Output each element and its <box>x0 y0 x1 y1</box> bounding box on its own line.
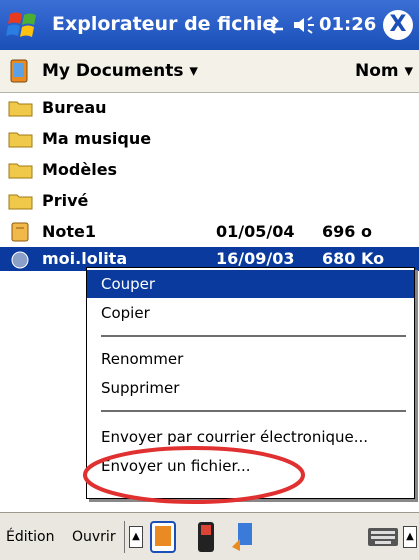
windows-start-icon[interactable] <box>6 8 42 42</box>
window-title: Explorateur de fichie <box>52 13 276 35</box>
menu-item-delete[interactable]: Supprimer <box>87 374 414 402</box>
file-size: 680 Ko <box>322 249 385 268</box>
phone-memory-icon[interactable] <box>196 521 216 553</box>
close-button[interactable]: X <box>383 10 413 40</box>
list-item[interactable]: Bureau <box>0 93 419 124</box>
sync-icon[interactable] <box>230 521 256 553</box>
bottom-toolbar: Édition Ouvrir ▲ ▲ <box>0 512 419 560</box>
menu-item-copy[interactable]: Copier <box>87 299 414 327</box>
file-date: 16/09/03 <box>216 249 295 268</box>
folder-icon <box>8 194 33 210</box>
list-item[interactable]: Ma musique <box>0 124 419 155</box>
list-item[interactable]: Privé <box>0 186 419 217</box>
file-name: moi.lolita <box>42 249 128 268</box>
folder-icon <box>8 101 33 117</box>
clock[interactable]: 01:26 <box>319 14 376 35</box>
up-button[interactable]: ▲ <box>129 526 143 548</box>
menu-item-rename[interactable]: Renommer <box>87 345 414 373</box>
highlight-ellipse <box>83 446 305 504</box>
edit-menu[interactable]: Édition <box>6 529 54 545</box>
volume-icon[interactable] <box>291 15 317 35</box>
input-selector-arrow[interactable]: ▲ <box>403 526 417 548</box>
file-name: Modèles <box>42 160 118 179</box>
connectivity-icon[interactable] <box>263 15 285 35</box>
menu-separator <box>101 335 406 337</box>
list-item[interactable]: Modèles <box>0 155 419 186</box>
menu-item-cut[interactable]: Couper <box>87 270 414 298</box>
storage-card-icon[interactable] <box>150 521 176 553</box>
file-name: Bureau <box>42 98 107 117</box>
file-size: 696 o <box>322 222 372 241</box>
open-menu[interactable]: Ouvrir <box>72 529 116 545</box>
file-name: Ma musique <box>42 129 152 148</box>
documents-folder-icon <box>10 59 28 83</box>
file-name: Note1 <box>42 222 97 241</box>
file-date: 01/05/04 <box>216 222 295 241</box>
keyboard-icon[interactable] <box>367 527 399 547</box>
toolbar-divider <box>124 521 125 553</box>
note-icon <box>11 222 29 242</box>
menu-separator <box>101 410 406 412</box>
folder-icon <box>8 163 33 179</box>
list-item[interactable]: Note1 01/05/04 696 o <box>0 217 419 248</box>
title-bar: Explorateur de fichie 01:26 X <box>0 0 419 50</box>
folder-dropdown[interactable]: My Documents ▾ <box>42 61 198 81</box>
folder-bar: My Documents ▾ Nom ▾ <box>0 50 419 93</box>
folder-icon <box>8 132 33 148</box>
file-name: Privé <box>42 191 89 210</box>
file-icon <box>11 251 29 269</box>
sort-dropdown[interactable]: Nom ▾ <box>355 61 413 81</box>
